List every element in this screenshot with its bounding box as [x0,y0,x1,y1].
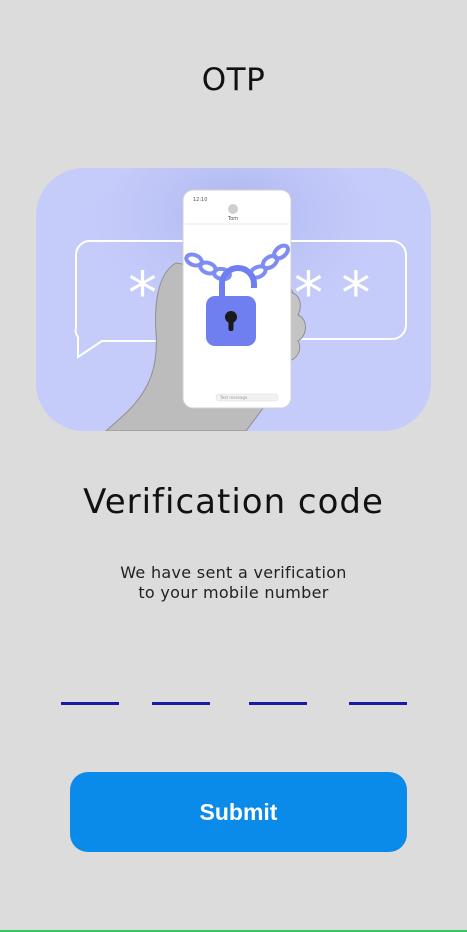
otp-digit-2-input[interactable] [152,668,210,705]
submit-button[interactable]: Submit [70,772,407,852]
otp-digit-1-input[interactable] [61,668,119,705]
contact-avatar-icon [228,204,238,214]
masked-code-left: * [128,259,157,327]
otp-screen: OTP * * * 12:10 Tom Text message Verific… [0,0,467,932]
verification-heading: Verification code [83,482,384,522]
subtext-line-1: We have sent a verification [120,563,347,582]
contact-label: Tom [227,216,238,222]
page-title: OTP [201,62,266,98]
message-placeholder: Text message [219,395,248,400]
otp-illustration: * * * 12:10 Tom Text message [36,168,431,431]
otp-illustration-art: * * * 12:10 Tom Text message [36,168,431,431]
masked-code-right: * * [294,259,370,327]
otp-digit-4-input[interactable] [349,668,407,705]
verification-subtext: We have sent a verification to your mobi… [0,563,467,603]
otp-digit-3-input[interactable] [249,668,307,705]
phone-time: 12:10 [193,197,207,203]
subtext-line-2: to your mobile number [138,583,329,602]
